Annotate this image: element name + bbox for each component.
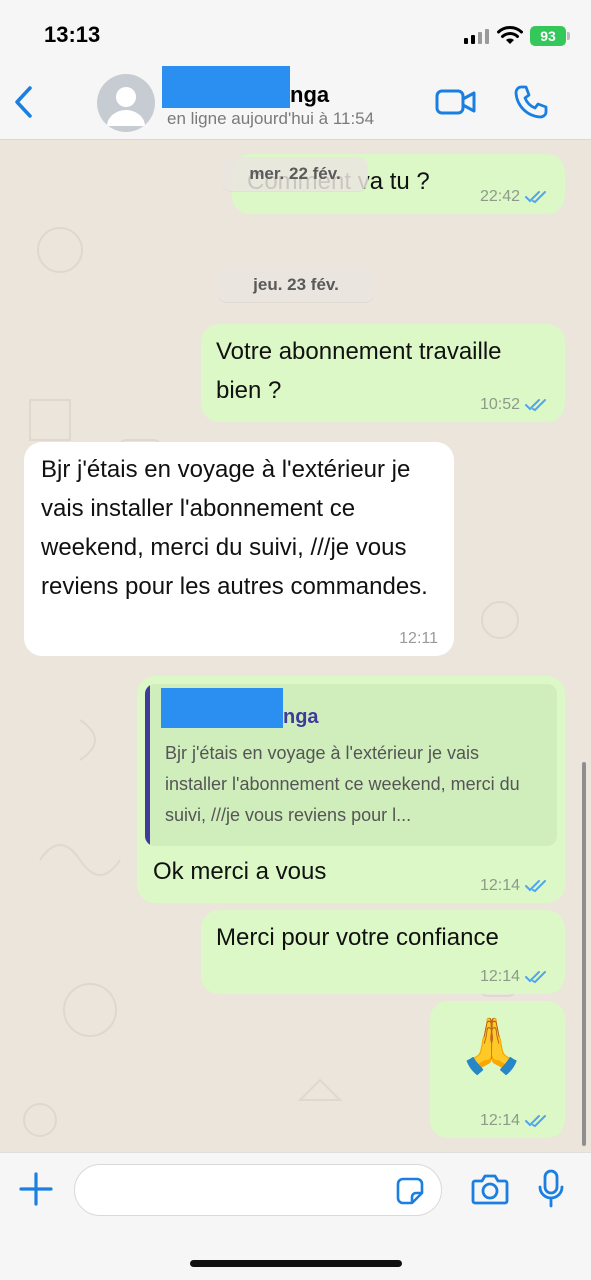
double-check-icon: [525, 880, 546, 893]
date-separator: mer. 22 fév.: [222, 157, 368, 191]
message-time: 12:14: [479, 1112, 520, 1129]
message-input-bar: [0, 1152, 591, 1280]
chat-header: nga en ligne aujourd'hui à 11:54: [0, 62, 591, 140]
contact-name-visible: nga: [290, 82, 330, 107]
message-time: 22:42: [479, 188, 520, 205]
battery-indicator: 93: [530, 26, 566, 46]
message-time: 12:14: [479, 968, 520, 985]
message-meta: 12:14: [480, 968, 549, 986]
video-call-icon[interactable]: [435, 86, 477, 118]
avatar[interactable]: [97, 74, 155, 132]
microphone-icon[interactable]: [536, 1169, 566, 1209]
redaction-block: [162, 66, 290, 108]
home-indicator: [190, 1260, 402, 1267]
message-input[interactable]: [74, 1164, 442, 1216]
emoji-praying-hands: 🙏: [458, 1016, 526, 1076]
phone-icon[interactable]: [513, 84, 549, 120]
message-meta: 12:11: [399, 630, 438, 648]
message-bubble-incoming[interactable]: Bjr j'étais en voyage à l'extérieur je v…: [24, 442, 454, 656]
message-bubble-outgoing-reply[interactable]: nga Bjr j'étais en voyage à l'extérieur …: [137, 676, 565, 903]
quote-accent-bar: [145, 684, 150, 846]
chat-area[interactable]: Comment va tu ? 22:42 mer. 22 fév. jeu. …: [0, 140, 591, 1152]
message-text: Bjr j'étais en voyage à l'extérieur je v…: [41, 456, 428, 600]
message-bubble-outgoing[interactable]: Votre abonnement travaille bien ? 10:52: [201, 324, 565, 422]
camera-icon[interactable]: [471, 1172, 509, 1206]
wifi-icon: [497, 26, 523, 44]
date-separator: jeu. 23 fév.: [217, 268, 375, 302]
battery-tip: [567, 32, 570, 40]
status-time: 13:13: [44, 22, 101, 47]
message-text: Ok merci a vous: [153, 858, 327, 885]
message-text: Merci pour votre confiance: [216, 924, 499, 951]
message-meta: 12:14: [480, 877, 549, 895]
double-check-icon: [525, 971, 546, 984]
double-check-icon: [525, 1115, 546, 1128]
sticker-icon[interactable]: [395, 1176, 425, 1206]
quoted-sender-name-visible: nga: [283, 706, 319, 728]
double-check-icon: [525, 191, 546, 204]
redaction-block: [161, 688, 283, 728]
status-bar: 13:13 93: [0, 0, 591, 62]
chat-scrollbar[interactable]: [582, 762, 586, 1146]
message-bubble-outgoing-emoji[interactable]: 🙏 12:14: [430, 1001, 565, 1138]
message-time: 10:52: [479, 396, 520, 413]
quoted-message[interactable]: nga Bjr j'étais en voyage à l'extérieur …: [145, 684, 557, 846]
contact-status: en ligne aujourd'hui à 11:54: [167, 109, 375, 128]
message-meta: 10:52: [480, 396, 549, 414]
avatar-icon: [107, 87, 145, 126]
cellular-signal-icon: [464, 29, 489, 44]
quoted-text: Bjr j'étais en voyage à l'extérieur je v…: [165, 743, 520, 825]
message-bubble-outgoing[interactable]: Merci pour votre confiance 12:14: [201, 910, 565, 994]
double-check-icon: [525, 399, 546, 412]
message-meta: 22:42: [480, 188, 549, 206]
back-chevron-icon[interactable]: [10, 82, 40, 122]
plus-icon[interactable]: [18, 1171, 54, 1207]
message-meta: 12:14: [480, 1112, 549, 1130]
message-time: 12:11: [399, 630, 438, 647]
message-time: 12:14: [479, 877, 520, 894]
